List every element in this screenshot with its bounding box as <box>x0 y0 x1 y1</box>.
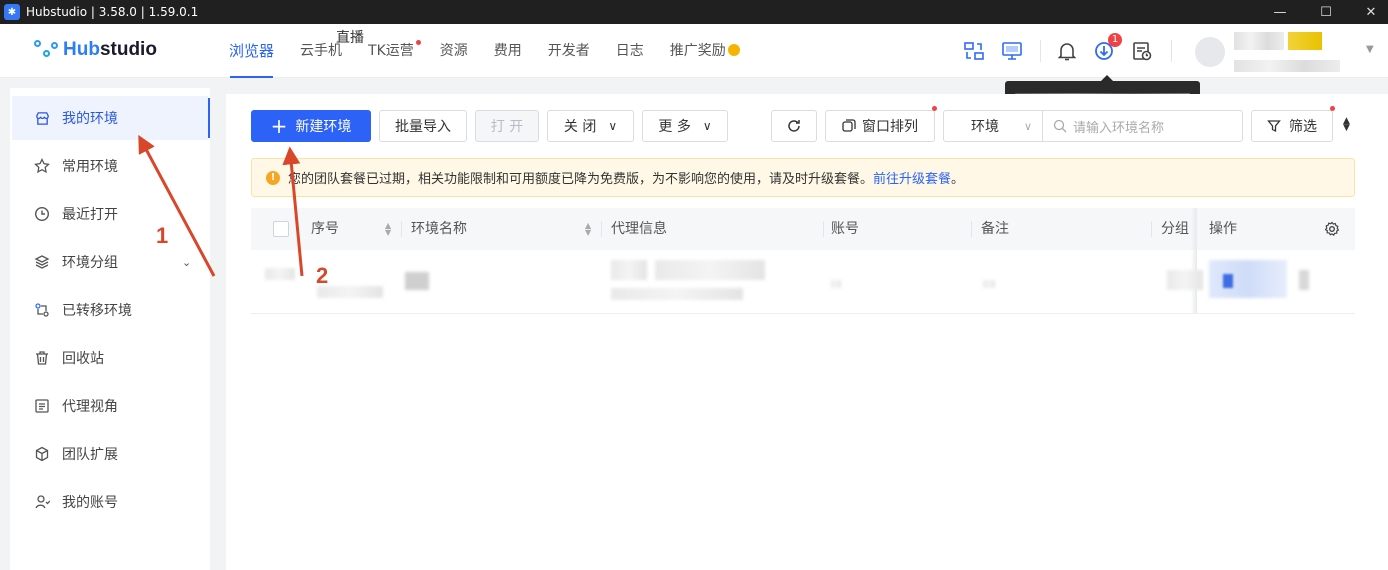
annotation-arrow-2 <box>282 146 304 277</box>
annotation-step-1: 1 <box>156 223 169 248</box>
annotation-arrows <box>138 134 304 277</box>
annotation-step-2: 2 <box>316 263 329 288</box>
annotation-arrow-1 <box>138 134 216 277</box>
